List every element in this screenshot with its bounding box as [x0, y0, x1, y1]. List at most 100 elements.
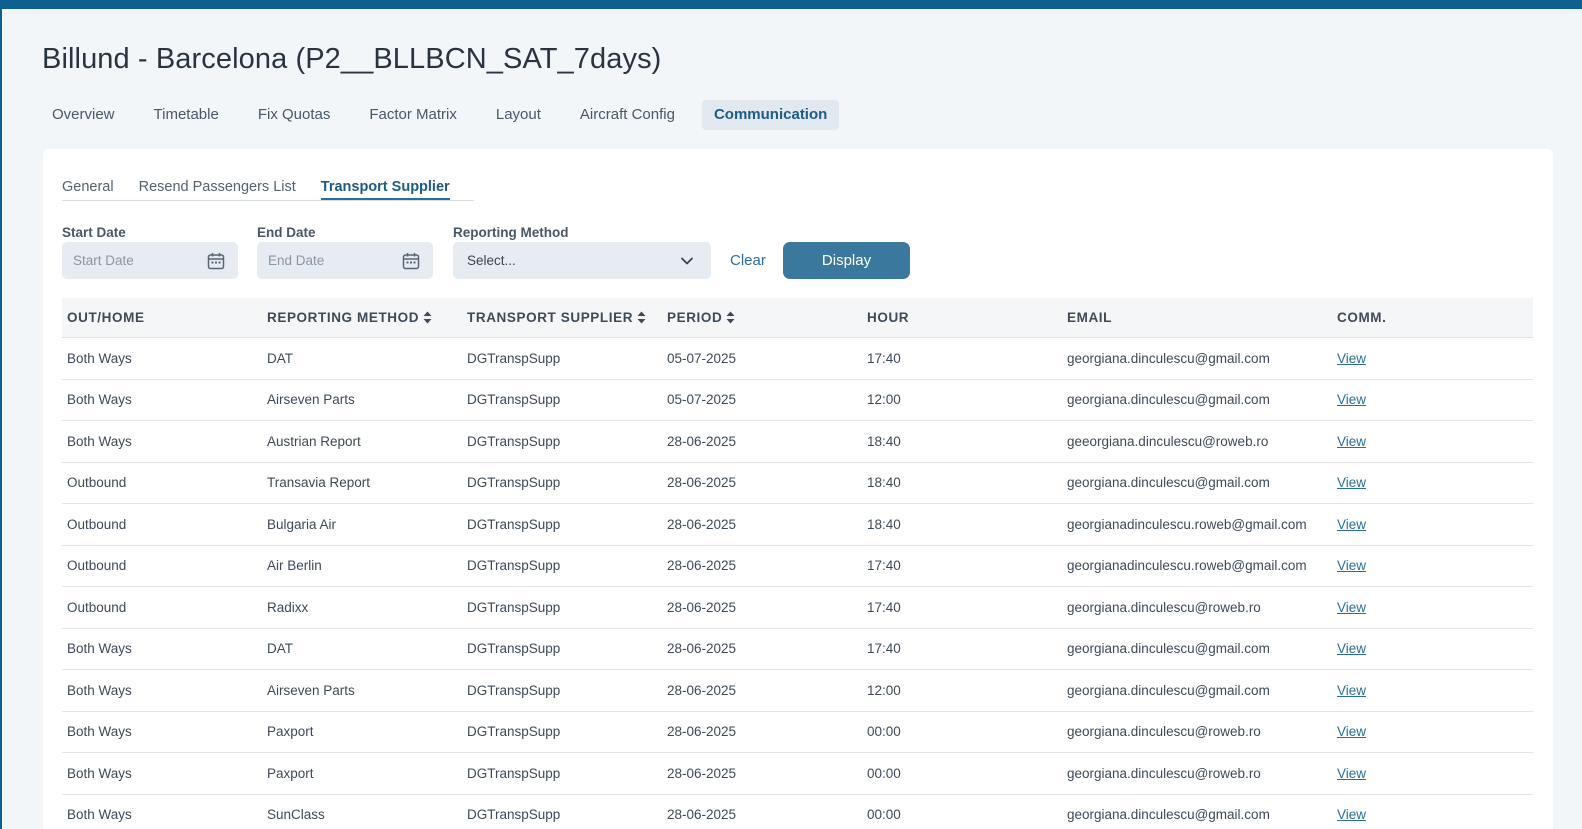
view-link[interactable]: View: [1332, 807, 1533, 822]
view-link[interactable]: View: [1332, 724, 1533, 739]
cell-out-home: Both Ways: [67, 682, 132, 698]
cell-hour: 17:40: [867, 599, 901, 615]
sort-icon[interactable]: [637, 311, 646, 324]
table-row: Both Ways Paxport DGTranspSupp 28-06-2025 00…: [62, 753, 1533, 795]
cell-transport-supplier: DGTranspSupp: [467, 599, 561, 615]
display-button[interactable]: Display: [783, 242, 910, 279]
view-link[interactable]: View: [1332, 475, 1533, 490]
cell-hour: 00:00: [867, 807, 901, 823]
cell-out-home: Outbound: [67, 475, 127, 491]
cell-hour: 00:00: [867, 765, 901, 781]
tab-overview[interactable]: Overview: [40, 100, 127, 130]
view-link[interactable]: View: [1332, 517, 1533, 532]
table-row: Both Ways SunClass DGTranspSupp 28-06-2025 0…: [62, 795, 1533, 829]
cell-period: 28-06-2025: [667, 599, 737, 615]
cell-hour: 17:40: [867, 558, 901, 574]
view-link[interactable]: View: [1332, 683, 1533, 698]
cell-reporting-method: Austrian Report: [267, 433, 361, 449]
cell-reporting-method: Transavia Report: [267, 475, 371, 491]
cell-reporting-method: Paxport: [267, 765, 314, 781]
tab-timetable[interactable]: Timetable: [142, 100, 231, 130]
cell-transport-supplier: DGTranspSupp: [467, 475, 561, 491]
cell-email: geeorgiana.dinculescu@roweb.ro: [1067, 433, 1269, 449]
cell-email: georgiana.dinculescu@gmail.com: [1067, 682, 1270, 698]
cell-reporting-method: Paxport: [267, 724, 314, 740]
cell-transport-supplier: DGTranspSupp: [467, 765, 561, 781]
cell-out-home: Both Ways: [67, 392, 132, 408]
cell-hour: 17:40: [867, 350, 901, 366]
cell-email: georgiana.dinculescu@gmail.com: [1067, 392, 1270, 408]
cell-out-home: Both Ways: [67, 765, 132, 781]
sort-icon[interactable]: [726, 311, 735, 324]
col-header-transport-supplier[interactable]: TRANSPORT SUPPLIER: [462, 310, 662, 325]
col-header-comm: COMM.: [1337, 310, 1387, 325]
cell-period: 28-06-2025: [667, 765, 737, 781]
view-link[interactable]: View: [1332, 392, 1533, 407]
subtab-transport-supplier[interactable]: Transport Supplier: [320, 179, 450, 200]
table-row: Both Ways DAT DGTranspSupp 05-07-2025 17:40 g…: [62, 338, 1533, 380]
cell-transport-supplier: DGTranspSupp: [467, 392, 561, 408]
table-row: Both Ways Austrian Report DGTranspSupp 28-0…: [62, 421, 1533, 463]
calendar-icon[interactable]: [206, 251, 226, 271]
top-accent-bar: [0, 0, 1582, 9]
cell-email: georgiana.dinculescu@gmail.com: [1067, 475, 1270, 491]
cell-out-home: Both Ways: [67, 350, 132, 366]
cell-period: 05-07-2025: [667, 392, 737, 408]
calendar-icon[interactable]: [401, 251, 421, 271]
sort-icon[interactable]: [423, 311, 432, 324]
view-link[interactable]: View: [1332, 766, 1533, 781]
cell-hour: 00:00: [867, 724, 901, 740]
tab-communication[interactable]: Communication: [701, 100, 840, 130]
table-header: OUT/HOME REPORTING METHOD TRANSPORT SUPP…: [62, 298, 1533, 338]
tab-fix-quotas[interactable]: Fix Quotas: [246, 100, 343, 130]
col-header-email: EMAIL: [1067, 310, 1112, 325]
cell-email: georgianadinculescu.roweb@gmail.com: [1067, 516, 1307, 532]
reporting-method-select[interactable]: Select...: [453, 242, 711, 279]
cell-email: georgiana.dinculescu@roweb.ro: [1067, 724, 1261, 740]
cell-email: georgiana.dinculescu@gmail.com: [1067, 807, 1270, 823]
cell-reporting-method: Air Berlin: [267, 558, 322, 574]
reporting-method-label: Reporting Method: [453, 225, 569, 240]
cell-hour: 12:00: [867, 682, 901, 698]
clear-button[interactable]: Clear: [730, 252, 766, 269]
cell-reporting-method: SunClass: [267, 807, 325, 823]
table-row: Both Ways Airseven Parts DGTranspSupp 05-07…: [62, 380, 1533, 421]
cell-transport-supplier: DGTranspSupp: [467, 516, 561, 532]
cell-out-home: Both Ways: [67, 433, 132, 449]
col-header-period[interactable]: PERIOD: [662, 310, 862, 325]
cell-transport-supplier: DGTranspSupp: [467, 433, 561, 449]
left-accent-edge: [0, 0, 2, 829]
view-link[interactable]: View: [1332, 600, 1533, 615]
view-link[interactable]: View: [1332, 558, 1533, 573]
cell-reporting-method: Bulgaria Air: [267, 516, 337, 532]
page-title: Billund - Barcelona (P2__BLLBCN_SAT_7day…: [42, 43, 662, 75]
cell-period: 28-06-2025: [667, 433, 737, 449]
cell-period: 05-07-2025: [667, 350, 737, 366]
cell-period: 28-06-2025: [667, 807, 737, 823]
end-date-label: End Date: [257, 225, 316, 240]
cell-transport-supplier: DGTranspSupp: [467, 641, 561, 657]
cell-hour: 18:40: [867, 516, 901, 532]
cell-hour: 18:40: [867, 433, 901, 449]
cell-period: 28-06-2025: [667, 516, 737, 532]
view-link[interactable]: View: [1332, 434, 1533, 449]
start-date-input[interactable]: Start Date: [62, 242, 238, 279]
tab-aircraft-config[interactable]: Aircraft Config: [568, 100, 687, 130]
reporting-method-value: Select...: [467, 253, 516, 268]
view-link[interactable]: View: [1332, 351, 1533, 366]
tab-layout[interactable]: Layout: [484, 100, 553, 130]
cell-email: georgiana.dinculescu@gmail.com: [1067, 350, 1270, 366]
view-link[interactable]: View: [1332, 641, 1533, 656]
subtab-resend-passengers-list[interactable]: Resend Passengers List: [139, 179, 296, 200]
end-date-input[interactable]: End Date: [257, 242, 433, 279]
subtab-general[interactable]: General: [62, 179, 114, 200]
cell-transport-supplier: DGTranspSupp: [467, 350, 561, 366]
col-header-reporting-method[interactable]: REPORTING METHOD: [262, 310, 462, 325]
transport-supplier-table: OUT/HOME REPORTING METHOD TRANSPORT SUPP…: [62, 298, 1533, 829]
table-row: Both Ways Paxport DGTranspSupp 28-06-2025 00…: [62, 712, 1533, 753]
cell-out-home: Both Ways: [67, 724, 132, 740]
sub-tabs: General Resend Passengers List Transport…: [62, 179, 474, 201]
cell-period: 28-06-2025: [667, 475, 737, 491]
cell-out-home: Both Ways: [67, 641, 132, 657]
tab-factor-matrix[interactable]: Factor Matrix: [357, 100, 469, 130]
